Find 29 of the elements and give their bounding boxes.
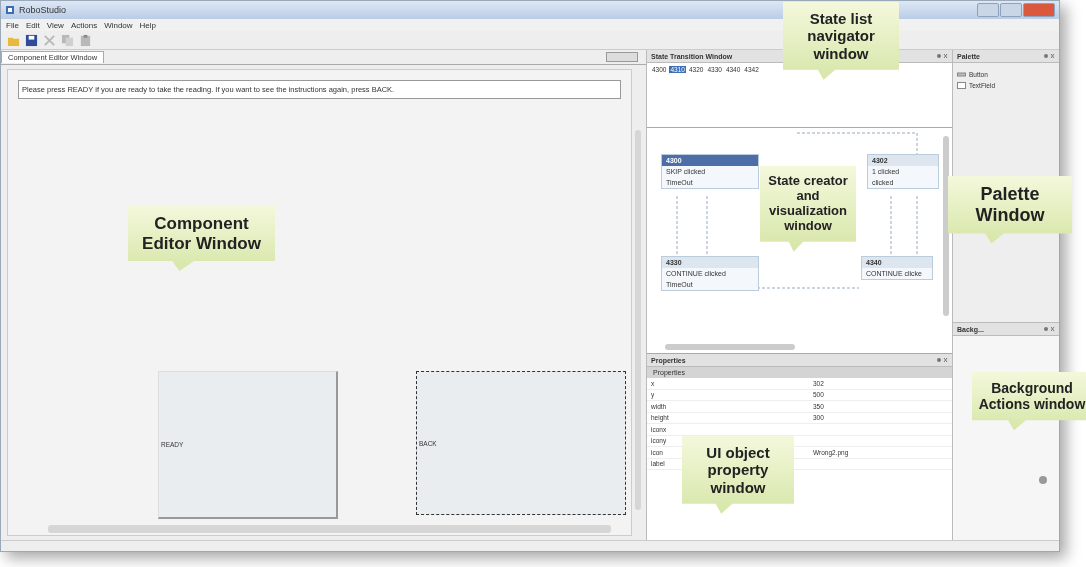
menu-item[interactable]: Edit <box>25 20 40 30</box>
window-controls[interactable] <box>606 52 638 62</box>
menu-item[interactable]: Help <box>139 20 157 30</box>
connector-line <box>916 195 918 257</box>
close-button[interactable] <box>1023 3 1055 17</box>
horizontal-scrollbar[interactable] <box>48 525 611 533</box>
panel-controls-icon[interactable] <box>1043 53 1055 59</box>
text-field-icon <box>957 82 966 89</box>
window-title: RoboStudio <box>19 5 67 15</box>
button-icon <box>957 71 966 78</box>
status-dot <box>1039 476 1047 484</box>
panel-controls-icon[interactable] <box>936 53 948 59</box>
horizontal-scrollbar[interactable] <box>665 344 795 350</box>
menu-item[interactable]: Window <box>104 20 133 30</box>
app-icon <box>5 5 15 15</box>
menu-item[interactable]: Actions <box>70 20 98 30</box>
connector-line <box>706 195 708 257</box>
vertical-scrollbar[interactable] <box>635 130 641 510</box>
save-icon[interactable] <box>25 33 38 47</box>
connector-line <box>890 195 892 257</box>
menu-item[interactable]: View <box>46 20 64 30</box>
callout-label: Background Actions window <box>972 372 1086 431</box>
maximize-button[interactable] <box>1000 3 1022 17</box>
menu-item[interactable]: File <box>6 20 19 30</box>
panel-controls-icon[interactable] <box>936 357 948 363</box>
connector-line <box>676 195 678 257</box>
panel-controls-icon[interactable] <box>1043 326 1055 332</box>
minimize-button[interactable] <box>977 3 999 17</box>
vertical-scrollbar[interactable] <box>943 136 949 316</box>
